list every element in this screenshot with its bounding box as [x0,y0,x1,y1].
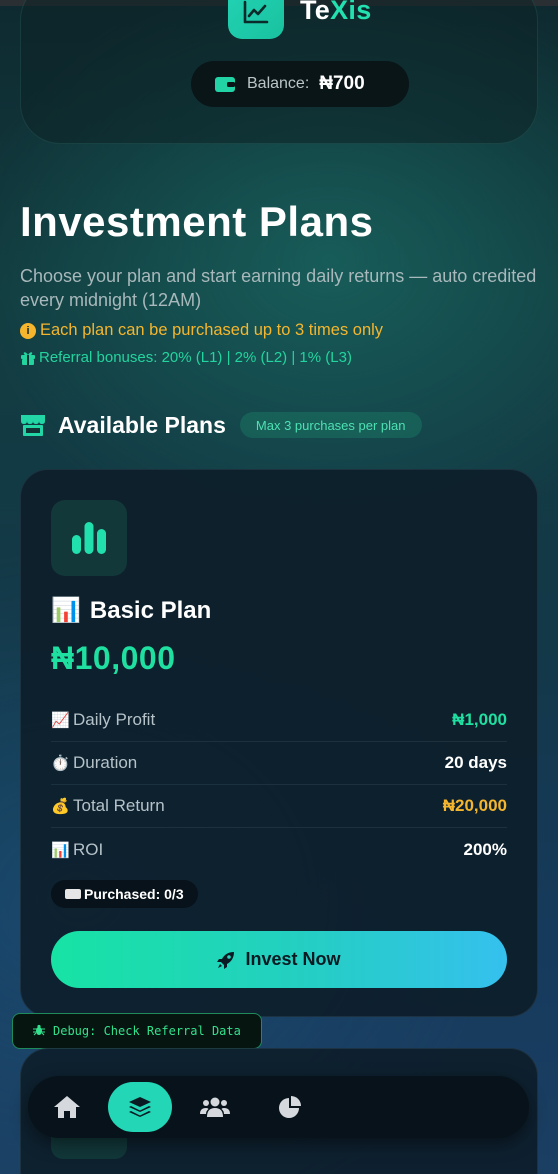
section-header: Available Plans Max 3 purchases per plan [20,406,422,444]
detail-label-roi: 📊 ROI [51,840,103,860]
users-icon [200,1097,230,1117]
bottom-nav [28,1076,529,1138]
invest-now-button[interactable]: Invest Now [51,931,507,988]
logo-text-accent: Xis [330,0,372,25]
invest-now-label: Invest Now [245,949,341,969]
page-title: Investment Plans [20,198,374,245]
duration-label: Duration [73,753,138,772]
home-icon [54,1096,80,1118]
debug-referral-button[interactable]: Debug: Check Referral Data [12,1013,262,1049]
page-subtitle: Choose your plan and start earning daily… [20,266,537,310]
referral-note: Referral bonuses: 20% (L1) | 2% (L2) | 1… [20,349,352,366]
balance-label: Balance: [247,75,310,92]
bug-icon [33,1024,45,1039]
purchase-limit-text: Each plan can be purchased up to 3 times… [40,321,384,339]
duration-value: 20 days [444,753,507,772]
total-return-label: Total Return [73,796,165,815]
nav-plans[interactable] [108,1082,172,1132]
header-card: TeXis Balance: ₦700 [20,0,538,144]
balance-value: ₦700 [319,73,365,94]
purchase-limit-note: i Each plan can be purchased up to 3 tim… [20,321,383,340]
plan-price: ₦10,000 [51,640,176,676]
balance-pill: Balance: ₦700 [191,61,409,107]
store-icon [21,415,45,436]
stopwatch-icon: ⏱️ [51,755,70,772]
purchased-count-text: Purchased: 0/3 [84,886,184,902]
nav-home[interactable] [35,1082,99,1132]
daily-profit-label: Daily Profit [73,710,156,729]
detail-row-daily-profit: 📈 Daily Profit ₦1,000 [51,699,507,742]
pie-chart-icon [279,1096,301,1118]
gift-icon [21,351,35,365]
detail-label-daily-profit: 📈 Daily Profit [51,710,155,730]
wallet-icon [215,77,235,92]
logo-icon [228,0,284,39]
roi-label: ROI [73,839,104,859]
max-purchases-badge: Max 3 purchases per plan [239,412,422,438]
rocket-icon [217,951,235,969]
layers-icon [129,1097,151,1117]
trend-up-icon: 📈 [51,712,70,729]
detail-row-roi: 📊 ROI 200% [51,828,507,871]
bar-chart-icon [51,500,127,576]
daily-profit-value: ₦1,000 [452,710,507,729]
plan-details: 📈 Daily Profit ₦1,000 ⏱️ Duration 20 day… [51,699,507,871]
ticket-icon [65,889,81,899]
nav-team[interactable] [183,1082,247,1132]
detail-label-total-return: 💰 Total Return [51,796,165,816]
detail-row-duration: ⏱️ Duration 20 days [51,742,507,785]
plan-name: 📊 Basic Plan [51,596,211,625]
purchased-count-badge: Purchased: 0/3 [51,880,198,908]
chart-emoji-icon: 📊 [51,597,81,624]
nav-stats[interactable] [258,1082,322,1132]
total-return-value: ₦20,000 [442,796,507,815]
debug-label: Debug: Check Referral Data [53,1024,241,1038]
detail-label-duration: ⏱️ Duration [51,753,137,773]
section-title: Available Plans [58,411,226,438]
plan-name-text: Basic Plan [89,596,212,624]
info-icon: i [20,322,36,339]
logo-text-main: Te [300,0,331,25]
app-logo-text: TeXis [300,0,372,26]
referral-text: Referral bonuses: 20% (L1) | 2% (L2) | 1… [39,349,352,366]
roi-value: 200% [463,839,507,859]
detail-row-total-return: 💰 Total Return ₦20,000 [51,785,507,828]
bar-chart-emoji-icon: 📊 [51,841,70,859]
plan-card-basic: 📊 Basic Plan ₦10,000 📈 Daily Profit ₦1,0… [20,469,538,1017]
money-bag-icon: 💰 [51,798,70,815]
